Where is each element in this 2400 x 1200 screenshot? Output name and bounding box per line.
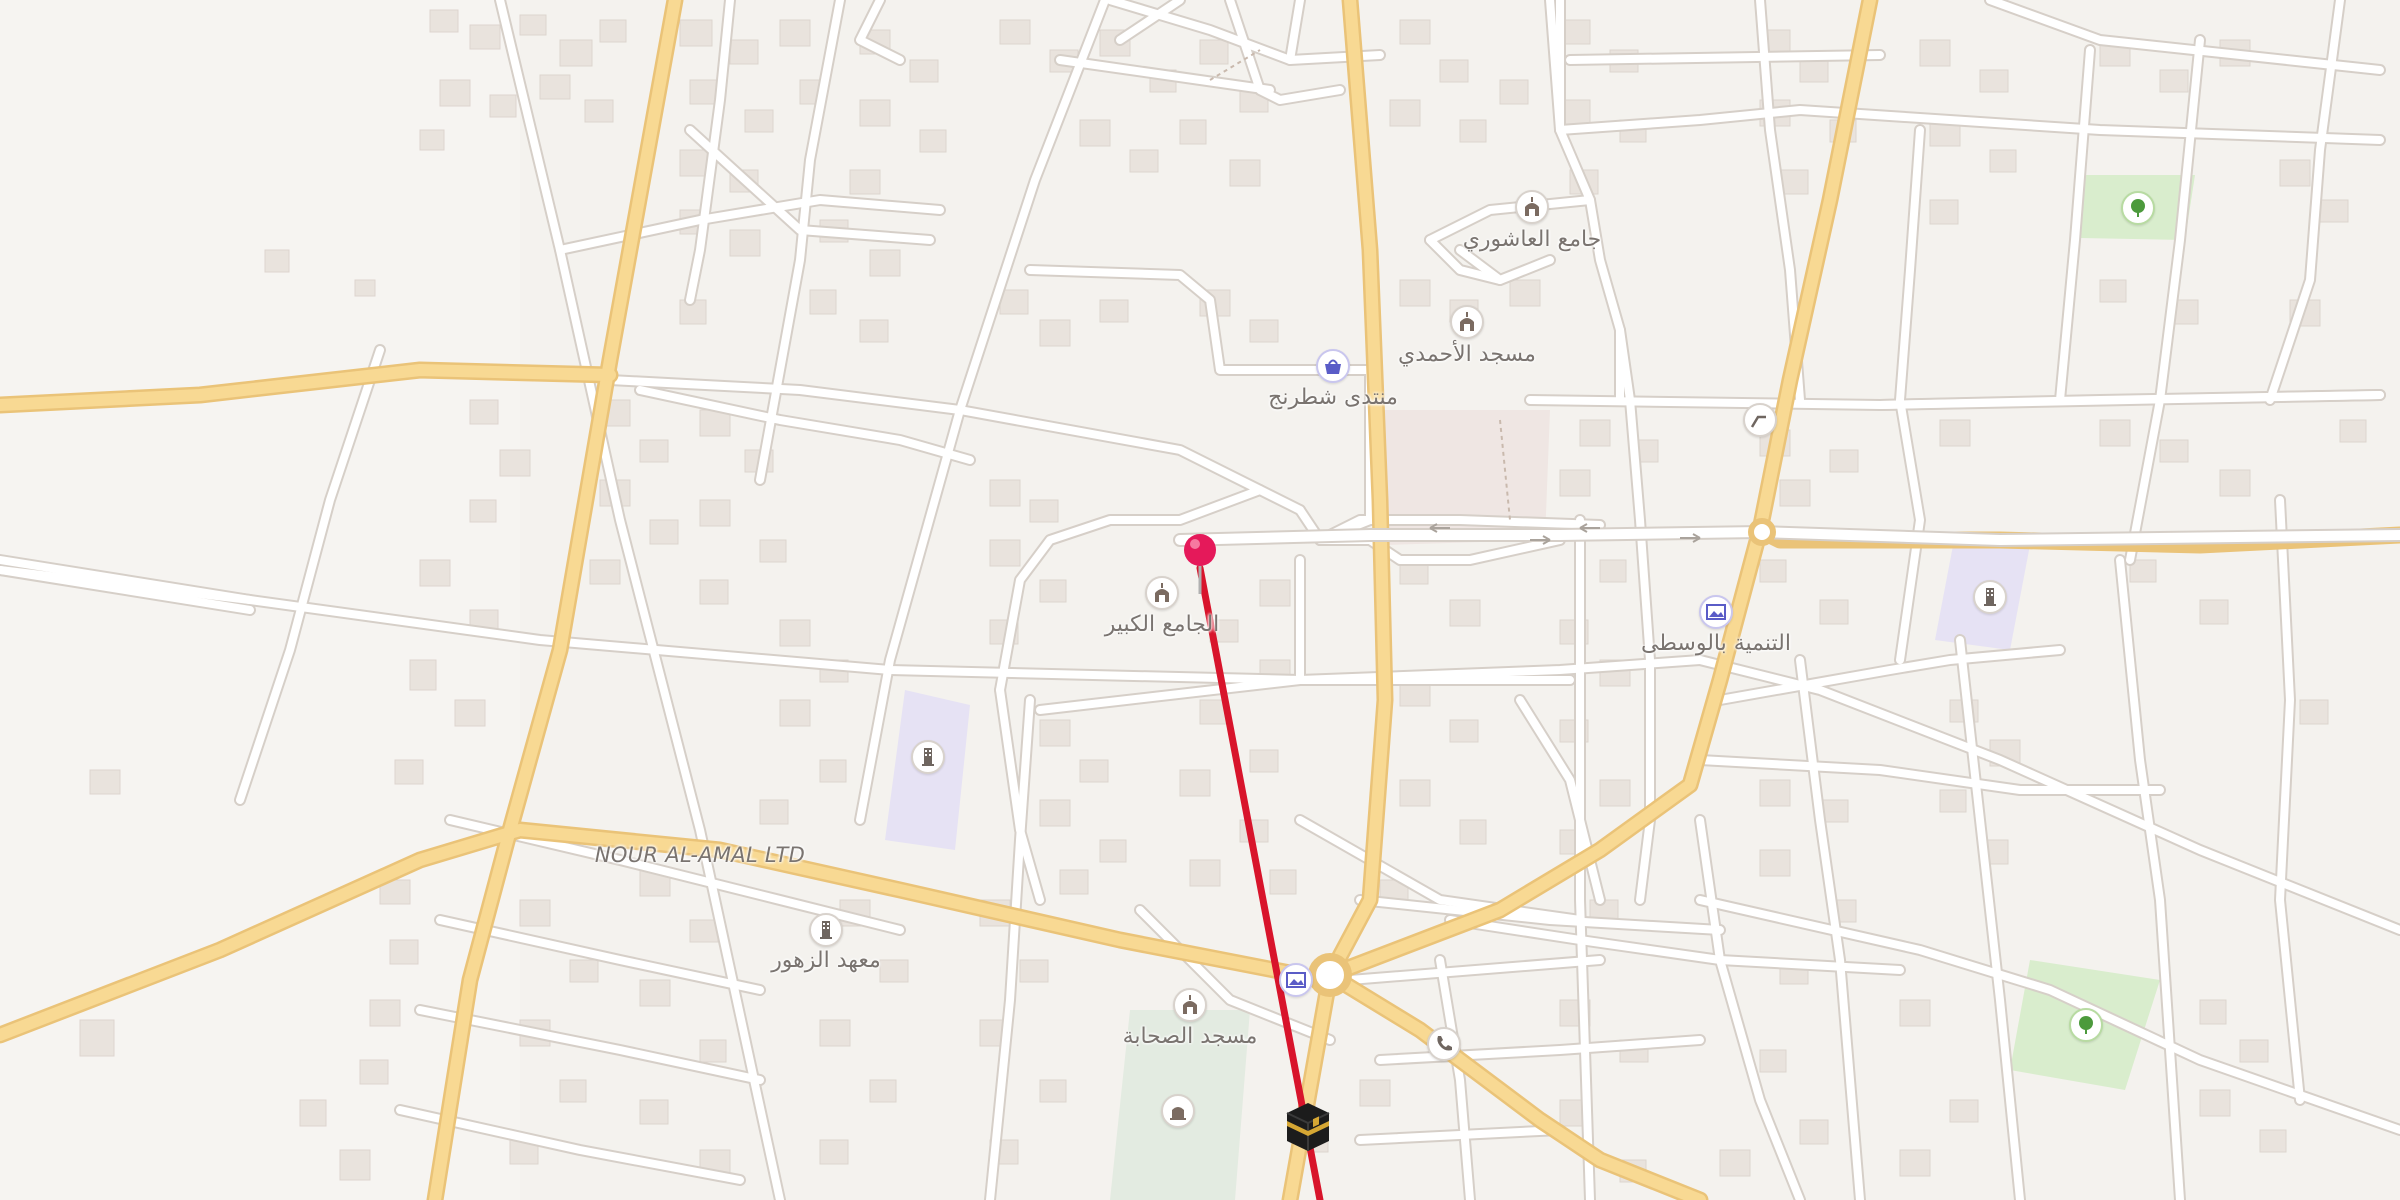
mosque-icon[interactable] (1450, 305, 1484, 339)
phone-icon[interactable] (1427, 1027, 1461, 1061)
mosque-ashouri-label: جامع العاشوري (1462, 227, 1602, 252)
development-center-label: التنمية بالوسطى (1641, 631, 1791, 656)
roundabout-east (1748, 518, 1776, 546)
location-pin-icon[interactable] (1181, 532, 1219, 600)
stairs-icon[interactable] (1743, 403, 1777, 437)
roundabout-south (1308, 953, 1352, 997)
school-icon[interactable] (1973, 580, 2007, 614)
mosque-kabir-label: الجامع الكبير (1104, 612, 1220, 637)
shopping-basket-icon[interactable] (1316, 349, 1350, 383)
institute-zahour-label: معهد الزهور (771, 948, 881, 973)
map-canvas[interactable]: جامع العاشوري مسجد الأحمدي منتدى شطرنج ا… (0, 0, 2400, 1200)
mosque-icon[interactable] (1173, 988, 1207, 1022)
tree-icon[interactable] (2069, 1008, 2103, 1042)
mosque-icon[interactable] (1515, 190, 1549, 224)
school-icon[interactable] (911, 740, 945, 774)
shop-shatranj-label: منتدى شطرنج (1268, 385, 1398, 410)
kaaba-icon[interactable] (1279, 1097, 1337, 1159)
gallery-icon[interactable] (1699, 595, 1733, 629)
tomb-icon[interactable] (1161, 1094, 1195, 1128)
mosque-sahaba-label: مسجد الصحابة (1122, 1024, 1258, 1049)
mosque-icon[interactable] (1145, 576, 1179, 610)
business-nour-label: NOUR AL-AMAL LTD (594, 843, 806, 867)
school-icon[interactable] (809, 913, 843, 947)
gallery-icon[interactable] (1279, 963, 1313, 997)
map-base-layer (0, 0, 2400, 1200)
tree-icon[interactable] (2121, 191, 2155, 225)
mosque-ahmadi-label: مسجد الأحمدي (1398, 342, 1536, 367)
